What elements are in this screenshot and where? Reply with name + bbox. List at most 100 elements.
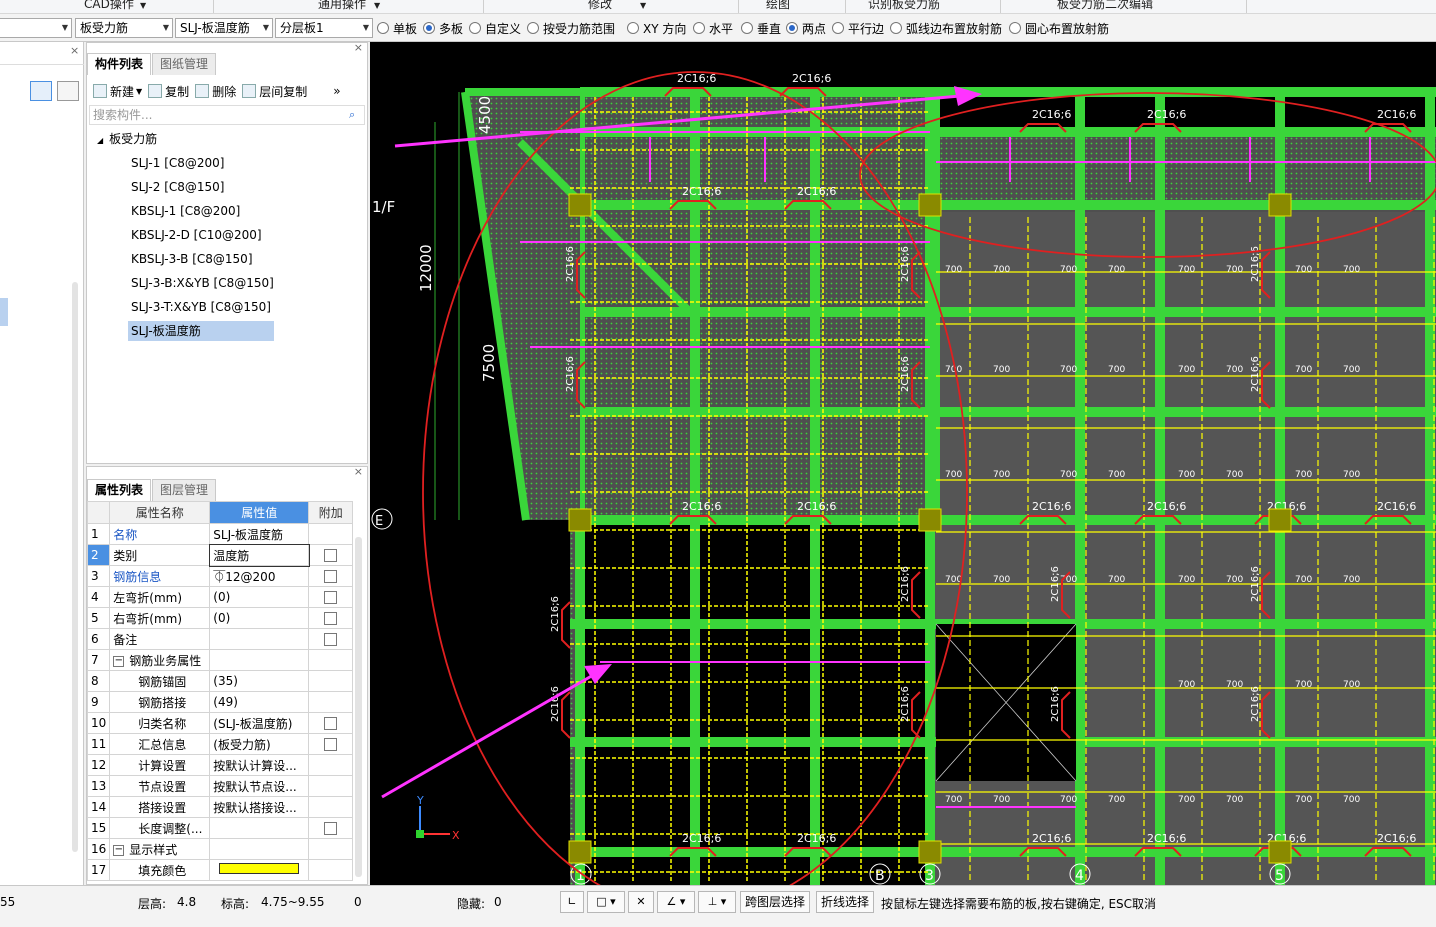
angle-icon[interactable]: ∠ ▾ [657,891,695,913]
radio-option[interactable]: XY 方向 [627,20,686,36]
combo-prev[interactable]: ▼ [0,18,72,38]
tree-item[interactable]: SLJ-3-T:X&YB [C8@150] [128,297,271,317]
tree-item[interactable]: KBSLJ-2-D [C10@200] [128,225,262,245]
radio-option[interactable]: 单板 [377,20,417,36]
property-value[interactable]: (49) [209,691,310,713]
thumbnail-view-icon[interactable] [57,81,79,101]
search-input[interactable]: 搜索构件... [89,105,365,125]
radio-option[interactable]: 按受力筋范围 [527,20,615,36]
tab-property-list[interactable]: 属性列表 [87,479,152,501]
radio-option[interactable]: 多板 [423,20,463,36]
ribbon-group-edit[interactable]: 板受力筋二次编辑 [1057,0,1153,12]
property-value[interactable] [209,649,309,671]
snap-icon[interactable]: □ ▾ [587,891,625,913]
radio-option[interactable]: 两点 [786,20,826,36]
property-row[interactable]: 15 长度调整(... [87,817,354,839]
property-value[interactable]: 按默认搭接设... [209,796,310,818]
property-row[interactable]: 14 搭接设置 按默认搭接设... [87,796,354,818]
radio-dot[interactable] [469,22,481,34]
component-select[interactable]: SLJ-板温度筋 ▼ [175,18,273,38]
radio-option[interactable]: 水平 [693,20,733,36]
property-value[interactable] [209,628,310,650]
radio-option[interactable]: 弧线边布置放射筋 [890,20,1002,36]
property-value[interactable]: SLJ-板温度筋 [209,523,310,545]
property-row[interactable]: 6 备注 [87,628,354,650]
property-value[interactable]: 按默认计算设... [209,754,310,776]
new-button[interactable]: 新建 ▼ [93,83,142,100]
property-value[interactable] [209,817,310,839]
color-swatch[interactable] [219,863,300,874]
polyline-select-button[interactable]: 折线选择 [816,891,875,913]
property-row[interactable]: 16− 显示样式 [87,838,354,860]
tab-component-list[interactable]: 构件列表 [87,53,152,75]
cross-icon[interactable]: ✕ [628,891,654,913]
dynamic-input-icon[interactable]: ⊥ ▾ [698,891,736,913]
property-value[interactable]: (35) [209,670,310,692]
component-type-select[interactable]: 板受力筋 ▼ [75,18,173,38]
tab-drawing-manage[interactable]: 图纸管理 [152,53,217,75]
property-row[interactable]: 9 钢筋搭接 (49) [87,691,354,713]
property-row[interactable]: 8 钢筋锚固 (35) [87,670,354,692]
extra-checkbox[interactable] [324,570,338,583]
property-row[interactable]: 12 计算设置 按默认计算设... [87,754,354,776]
radio-option[interactable]: 自定义 [469,20,521,36]
close-icon[interactable]: × [354,41,363,54]
property-value[interactable] [209,838,309,860]
collapse-icon[interactable]: − [113,655,125,667]
property-value[interactable]: (板受力筋) [209,733,310,755]
property-value[interactable] [209,859,310,881]
tree-item[interactable]: SLJ-3-B:X&YB [C8@150] [128,273,274,293]
property-value[interactable]: 温度筋 [208,543,310,567]
selected-nav-item[interactable] [0,298,8,326]
scrollbar[interactable] [355,537,362,877]
floor-copy-button[interactable]: 层间复制 [242,83,307,100]
extra-checkbox[interactable] [324,738,338,751]
radio-option[interactable]: 平行边 [832,20,884,36]
radio-dot[interactable] [527,22,539,34]
radio-dot[interactable] [423,22,435,34]
radio-option[interactable]: 垂直 [741,20,781,36]
extra-checkbox[interactable] [324,591,338,604]
property-row[interactable]: 2 类别 温度筋 [87,543,354,567]
chevron-down-icon[interactable]: ▼ [140,1,146,10]
cross-layer-select-button[interactable]: 跨图层选择 [740,891,811,913]
radio-dot[interactable] [627,22,639,34]
radio-dot[interactable] [693,22,705,34]
property-value[interactable]: (0) [209,586,310,608]
more-icon[interactable]: » [333,84,340,98]
extra-checkbox[interactable] [324,612,338,625]
tree-root[interactable]: ◢ 板受力筋 [97,129,157,149]
layer-select[interactable]: 分层板1 ▼ [275,18,373,38]
property-value[interactable]: 按默认节点设... [209,775,310,797]
tree-item[interactable]: KBSLJ-3-B [C8@150] [128,249,253,269]
chevron-down-icon[interactable]: ▼ [374,1,380,10]
radio-dot[interactable] [890,22,902,34]
property-row[interactable]: 13 节点设置 按默认节点设... [87,775,354,797]
property-value[interactable]: ⏁12@200 [209,565,310,587]
radio-dot[interactable] [1009,22,1021,34]
property-row[interactable]: 10 归类名称 (SLJ-板温度筋) [87,712,354,734]
property-row[interactable]: 11 汇总信息 (板受力筋) [87,733,354,755]
drawing-svg[interactable]: 700 700 700 700 700 700 700 700 700 700 700 700 700 7… [370,42,1436,885]
tree-item[interactable]: SLJ-2 [C8@150] [128,177,224,197]
property-row[interactable]: 3 钢筋信息 ⏁12@200 [87,565,354,587]
collapse-icon[interactable]: ◢ [97,136,103,145]
extra-checkbox[interactable] [324,717,338,730]
extra-checkbox[interactable] [324,822,338,835]
chevron-down-icon[interactable]: ▼ [640,1,646,10]
collapse-icon[interactable]: − [113,844,125,856]
search-icon[interactable]: ⌕ [349,108,355,122]
ortho-icon[interactable]: ∟ [560,891,584,913]
extra-checkbox[interactable] [324,633,338,646]
property-value[interactable]: (SLJ-板温度筋) [209,712,310,734]
tree-item[interactable]: SLJ-1 [C8@200] [128,153,224,173]
ribbon-group-general[interactable]: 通用操作 [318,0,366,12]
ribbon-group-cad[interactable]: CAD操作 [84,0,134,12]
extra-checkbox[interactable] [324,549,338,562]
tree-item[interactable]: SLJ-板温度筋 [128,321,274,341]
radio-dot[interactable] [741,22,753,34]
ribbon-group-modify[interactable]: 修改 [588,0,612,12]
property-row[interactable]: 7− 钢筋业务属性 [87,649,354,671]
property-row[interactable]: 4 左弯折(mm) (0) [87,586,354,608]
property-row[interactable]: 17 填充颜色 [87,859,354,881]
